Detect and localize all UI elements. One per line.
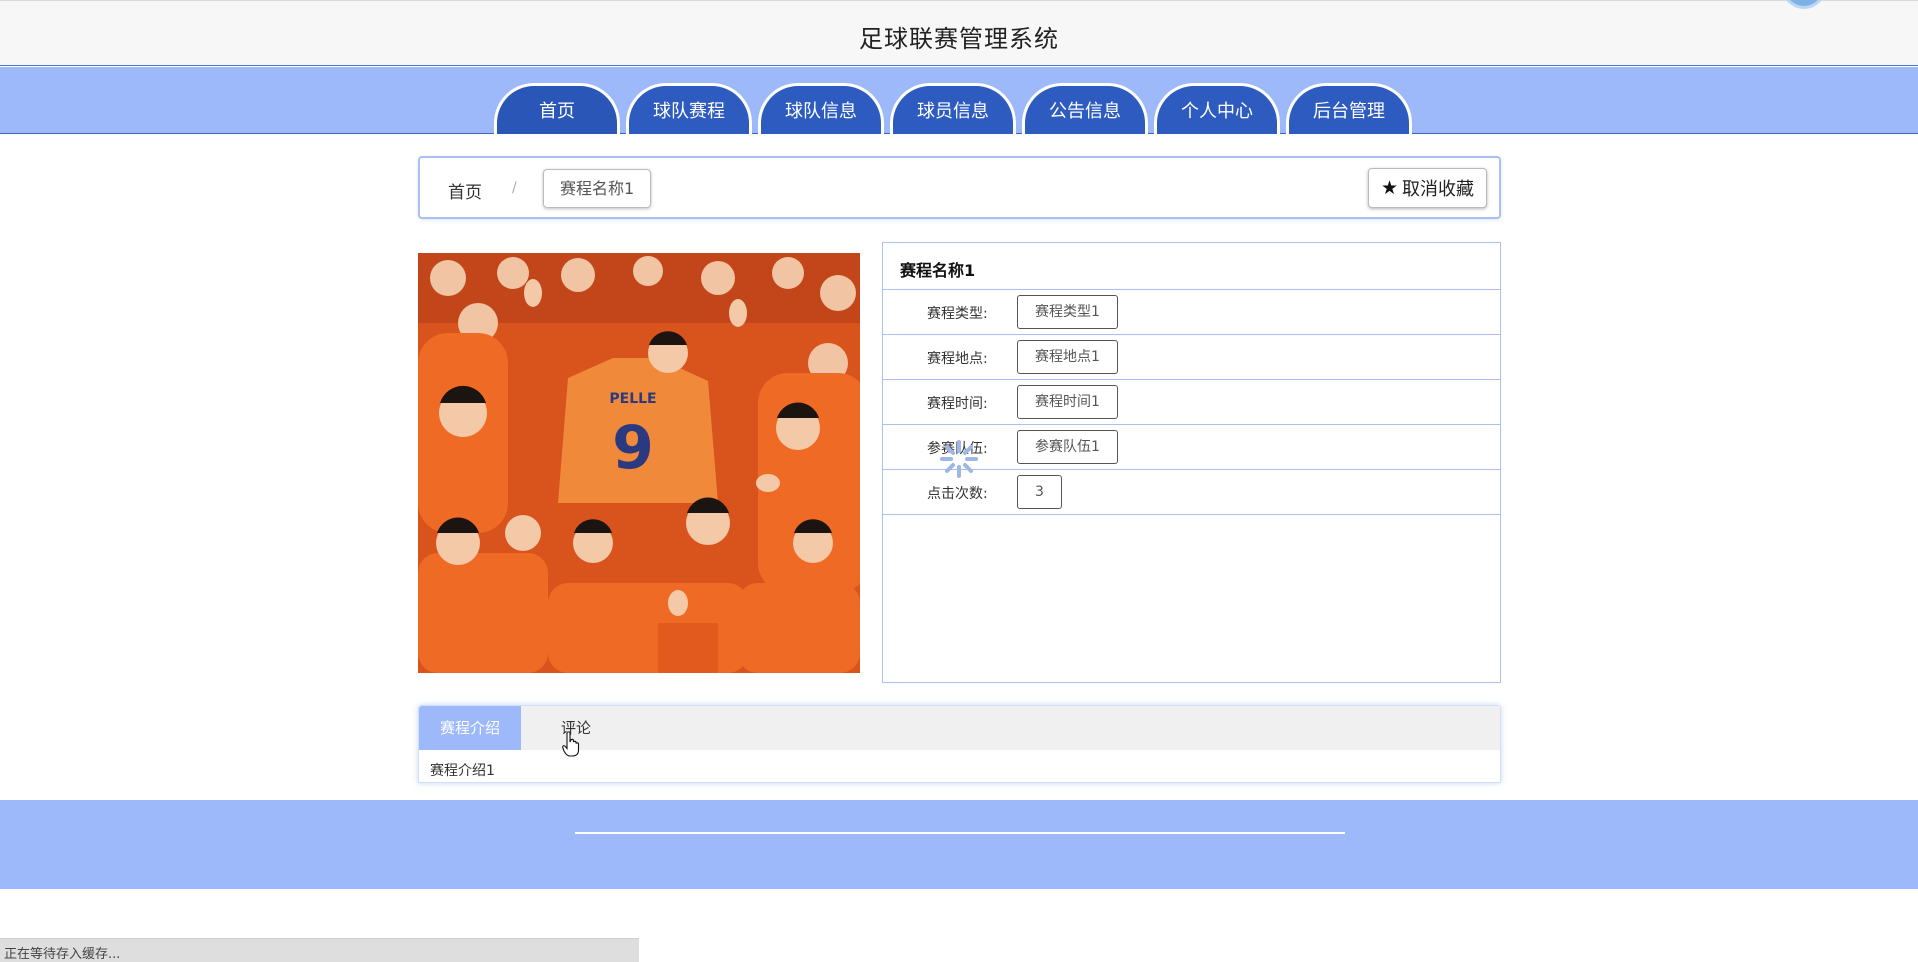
site-footer [0, 800, 1918, 889]
detail-value: 赛程类型1 [1017, 295, 1118, 329]
breadcrumb-separator: / [512, 180, 517, 196]
tab-strip: 赛程介绍 评论 [419, 706, 1500, 750]
nav-tab-player-info[interactable]: 球员信息 [890, 83, 1016, 134]
detail-row-time: 赛程时间: 赛程时间1 [883, 380, 1500, 425]
unfavorite-button[interactable]: ★ 取消收藏 [1367, 168, 1487, 208]
site-title: 足球联赛管理系统 [859, 25, 1059, 53]
detail-row-type: 赛程类型: 赛程类型1 [883, 290, 1500, 335]
nav-tabs: 首页 球队赛程 球队信息 球员信息 公告信息 个人中心 后台管理 [494, 83, 1412, 134]
nav-tab-team-schedule[interactable]: 球队赛程 [626, 83, 752, 134]
match-image: PELLE 9 [418, 253, 860, 673]
browser-status-bar: 正在等待存入缓存... [0, 938, 639, 962]
avatar[interactable] [1782, 0, 1826, 9]
star-icon: ★ [1380, 177, 1398, 199]
footer-divider [575, 832, 1345, 834]
loading-spinner-icon [940, 440, 978, 478]
nav-tab-admin[interactable]: 后台管理 [1286, 83, 1412, 134]
detail-label: 点击次数: [927, 486, 988, 502]
hand-cursor-icon [562, 731, 580, 757]
breadcrumb: 首页 / 赛程名称1 ★ 取消收藏 [418, 156, 1501, 219]
detail-label: 赛程地点: [927, 351, 988, 367]
detail-value: 赛程地点1 [1017, 340, 1118, 374]
detail-title: 赛程名称1 [883, 243, 1500, 290]
info-tabs: 赛程介绍 评论 赛程介绍1 [418, 705, 1501, 783]
tab-content: 赛程介绍1 [430, 763, 495, 779]
detail-label: 赛程时间: [927, 396, 988, 412]
detail-value: 3 [1017, 475, 1062, 509]
main-nav: 首页 球队赛程 球队信息 球员信息 公告信息 个人中心 后台管理 [0, 67, 1918, 134]
nav-tab-team-info[interactable]: 球队信息 [758, 83, 884, 134]
detail-value: 参赛队伍1 [1017, 430, 1118, 464]
tab-schedule-intro[interactable]: 赛程介绍 [419, 706, 522, 750]
breadcrumb-current: 赛程名称1 [543, 169, 652, 208]
nav-tab-home[interactable]: 首页 [494, 83, 620, 134]
detail-value: 赛程时间1 [1017, 385, 1118, 419]
site-header: 足球联赛管理系统 [0, 0, 1918, 66]
svg-text:PELLE: PELLE [609, 391, 656, 407]
breadcrumb-home-link[interactable]: 首页 [448, 178, 482, 203]
fans-photo: PELLE 9 [418, 253, 860, 673]
nav-tab-personal-center[interactable]: 个人中心 [1154, 83, 1280, 134]
nav-tab-announcements[interactable]: 公告信息 [1022, 83, 1148, 134]
detail-label: 赛程类型: [927, 306, 988, 322]
detail-row-location: 赛程地点: 赛程地点1 [883, 335, 1500, 380]
svg-text:9: 9 [612, 413, 654, 483]
unfavorite-label: 取消收藏 [1402, 179, 1474, 200]
